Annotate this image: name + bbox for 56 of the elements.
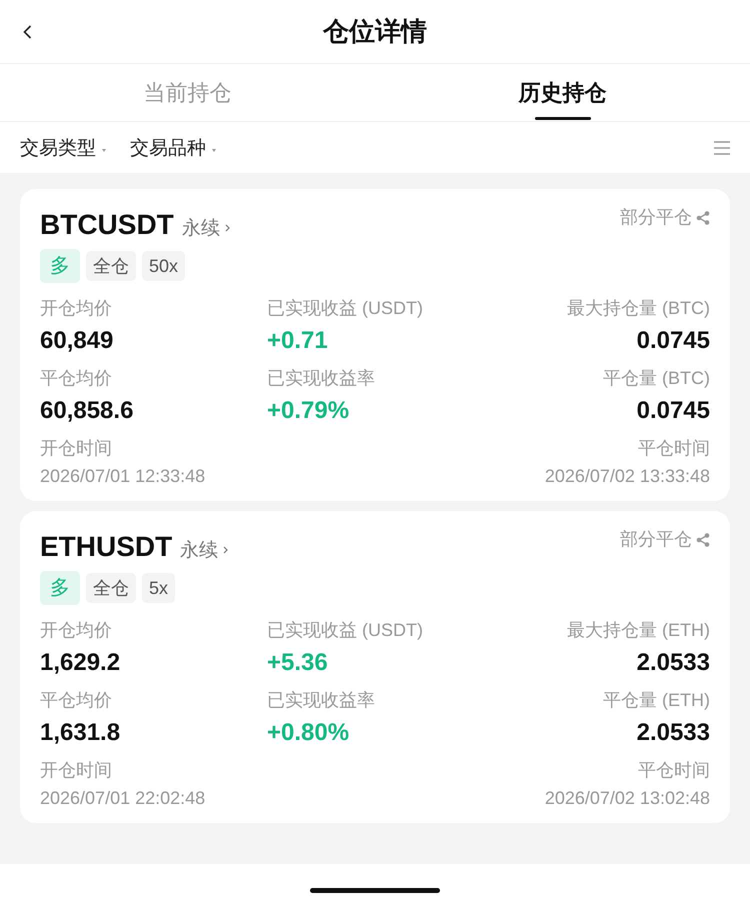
menu-icon[interactable] bbox=[714, 140, 730, 154]
open-time: 2026/07/01 12:33:48 bbox=[40, 465, 206, 488]
metric-value: +0.80% bbox=[267, 718, 350, 748]
caret-icon bbox=[212, 149, 216, 152]
chevron-right-icon bbox=[224, 224, 230, 232]
close-time-label: 平仓时间 bbox=[638, 759, 710, 782]
contract-link[interactable]: 永续 bbox=[180, 537, 228, 563]
metric-value: 1,629.2 bbox=[40, 648, 120, 678]
metric-value: +0.71 bbox=[267, 326, 328, 356]
metric-value: +5.36 bbox=[267, 648, 328, 678]
share-icon[interactable] bbox=[696, 211, 710, 225]
metric-label: 已实现收益 (USDT) bbox=[267, 297, 423, 320]
close-time: 2026/07/02 13:02:48 bbox=[544, 787, 710, 810]
metric-value: +0.79% bbox=[267, 396, 350, 426]
metric-label: 开仓均价 bbox=[40, 297, 112, 320]
metric-label: 平仓均价 bbox=[40, 689, 112, 712]
metric-label: 已实现收益 (USDT) bbox=[267, 619, 423, 642]
metric-label: 平仓量 (ETH) bbox=[603, 689, 710, 712]
side-tag: 多 bbox=[40, 249, 80, 283]
open-time-label: 开仓时间 bbox=[40, 437, 112, 460]
filter-dropdown[interactable]: 交易品种 bbox=[130, 134, 216, 160]
metric-label: 最大持仓量 (BTC) bbox=[567, 297, 710, 320]
symbol-name: ETHUSDT bbox=[40, 531, 172, 563]
metric-label: 开仓均价 bbox=[40, 619, 112, 642]
page-title: 仓位详情 bbox=[323, 15, 427, 48]
chevron-right-icon bbox=[223, 546, 228, 554]
caret-icon bbox=[102, 149, 106, 152]
chevron-left-icon bbox=[22, 25, 33, 39]
metric-value: 60,858.6 bbox=[40, 396, 134, 426]
share-icon[interactable] bbox=[696, 533, 710, 547]
filter-dropdown[interactable]: 交易类型 bbox=[20, 134, 106, 160]
close-time: 2026/07/02 13:33:48 bbox=[544, 465, 710, 488]
metric-label: 平仓均价 bbox=[40, 367, 112, 390]
contract-link[interactable]: 永续 bbox=[182, 215, 230, 241]
metric-value: 60,849 bbox=[40, 326, 114, 356]
metric-label: 最大持仓量 (ETH) bbox=[567, 619, 710, 642]
margin-mode-tag: 全仓 bbox=[86, 251, 136, 281]
open-time-label: 开仓时间 bbox=[40, 759, 112, 782]
close-status: 部分平仓 bbox=[620, 528, 692, 551]
metric-value: 2.0533 bbox=[636, 718, 710, 748]
metric-value: 2.0533 bbox=[636, 648, 710, 678]
margin-mode-tag: 全仓 bbox=[86, 573, 136, 603]
leverage-tag: 50x bbox=[142, 251, 186, 281]
metric-value: 0.0745 bbox=[636, 396, 710, 426]
close-time-label: 平仓时间 bbox=[638, 437, 710, 460]
metric-value: 0.0745 bbox=[636, 326, 710, 356]
metric-label: 已实现收益率 bbox=[267, 367, 375, 390]
metric-label: 已实现收益率 bbox=[267, 689, 375, 712]
leverage-tag: 5x bbox=[142, 573, 176, 603]
close-status: 部分平仓 bbox=[620, 206, 692, 229]
symbol-name: BTCUSDT bbox=[40, 209, 174, 241]
metric-label: 平仓量 (BTC) bbox=[603, 367, 710, 390]
side-tag: 多 bbox=[40, 571, 80, 605]
open-time: 2026/07/01 22:02:48 bbox=[40, 787, 206, 810]
tab[interactable]: 历史持仓 bbox=[375, 64, 750, 121]
metric-value: 1,631.8 bbox=[40, 718, 120, 748]
